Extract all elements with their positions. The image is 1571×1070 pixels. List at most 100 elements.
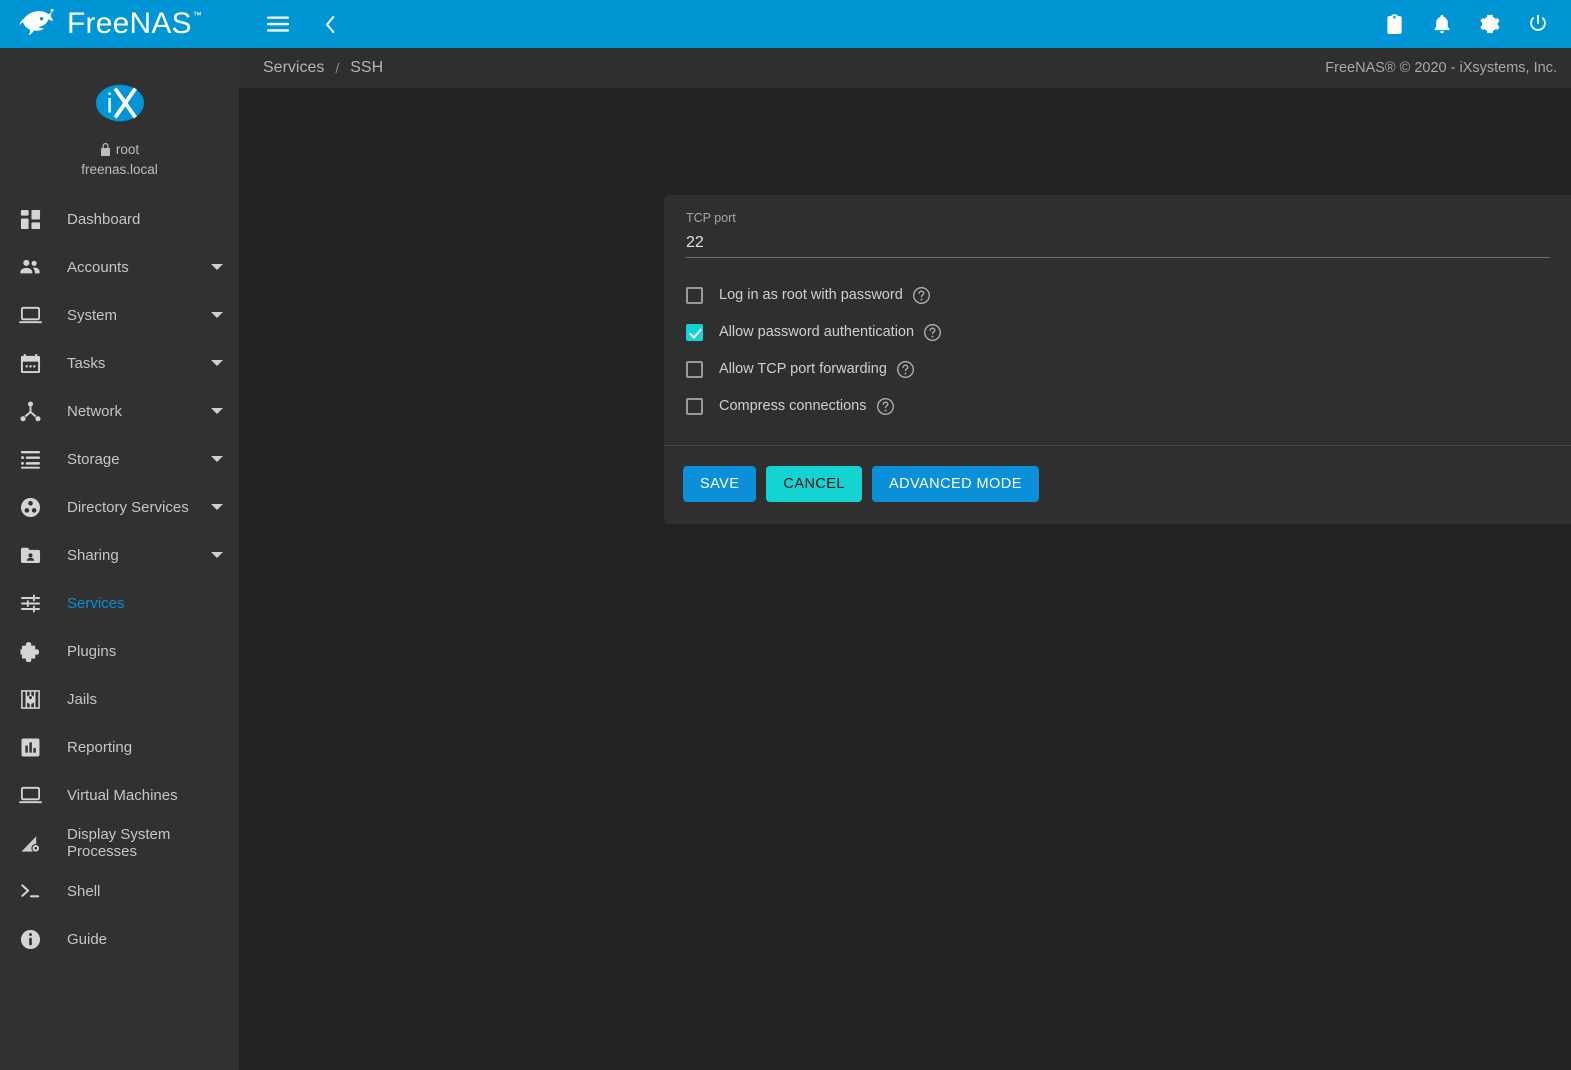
tcp-port-input[interactable] [686,234,1550,258]
chevron-down-icon[interactable] [211,312,223,318]
main-area: Services / SSH FreeNAS® © 2020 - iXsyste… [239,0,1571,1070]
dashboard-icon [12,209,48,230]
sidebar-item-label: Virtual Machines [48,787,223,804]
checkbox-label[interactable]: Compress connections [719,398,867,414]
breadcrumb: Services / SSH [263,59,383,77]
plugins-puzzle-icon [12,641,48,662]
guide-info-icon [12,929,48,950]
sidebar-item-label: Jails [48,691,223,708]
sidebar-item-label: Dashboard [48,211,223,228]
breadcrumb-bar: Services / SSH FreeNAS® © 2020 - iXsyste… [239,48,1571,88]
system-processes-icon [12,833,48,854]
chevron-down-icon[interactable] [211,552,223,558]
brand-name: FreeNAS [67,9,192,39]
chevron-down-icon[interactable] [211,264,223,270]
password-auth-checkbox[interactable] [686,324,703,341]
bell-icon[interactable] [1427,9,1457,39]
sidebar-item-accounts[interactable]: Accounts [0,243,239,291]
reporting-chart-icon [12,737,48,758]
tcp-forwarding-checkbox[interactable] [686,361,703,378]
sidebar-item-label: Plugins [48,643,223,660]
sidebar-item-sharing[interactable]: Sharing [0,531,239,579]
sharing-folder-icon [12,546,48,565]
freenas-app-window: FreeNAS ™ i root f [0,0,1571,1070]
network-nodes-icon [12,401,48,422]
gear-icon[interactable] [1475,9,1505,39]
card-actions: SAVE CANCEL ADVANCED MODE [664,446,1571,524]
freenas-fish-logo-icon [18,7,58,41]
accounts-people-icon [12,256,48,278]
sidebar-item-virtual-machines[interactable]: Virtual Machines [0,771,239,819]
power-icon[interactable] [1523,9,1553,39]
virtual-machines-laptop-icon [12,785,48,805]
tcp-port-label: TCP port [686,212,1550,225]
save-button[interactable]: SAVE [683,466,756,502]
sidebar-item-directory-services[interactable]: Directory Services [0,483,239,531]
sidebar-item-reporting[interactable]: Reporting [0,723,239,771]
sidebar-item-services[interactable]: Services [0,579,239,627]
sidebar-item-label: Sharing [48,547,211,564]
sidebar-item-tasks[interactable]: Tasks [0,339,239,387]
sidebar-item-label: Display System Processes [48,826,223,860]
checkbox-group: Log in as root with password [686,277,1571,433]
checkbox-label[interactable]: Allow TCP port forwarding [719,361,887,377]
compress-checkbox[interactable] [686,398,703,415]
sidebar-item-guide[interactable]: Guide [0,915,239,963]
tcp-forwarding-help-icon[interactable] [896,360,915,379]
svg-text:i: i [106,88,112,119]
checkbox-label[interactable]: Log in as root with password [719,287,903,303]
ssh-settings-card: TCP port Log i [664,195,1571,524]
sidebar-item-plugins[interactable]: Plugins [0,627,239,675]
checkbox-row-tcp-forwarding[interactable]: Allow TCP port forwarding [686,351,1571,388]
sidebar-item-label: Directory Services [48,499,211,516]
chevron-down-icon[interactable] [211,360,223,366]
storage-list-icon [12,450,48,469]
login-root-help-icon[interactable] [912,286,931,305]
directory-services-icon [12,497,48,518]
ix-systems-logo-icon: i [94,78,146,128]
checkbox-row-login-root[interactable]: Log in as root with password [686,277,1571,314]
breadcrumb-item-ssh: SSH [350,59,383,77]
brand-trademark: ™ [193,11,202,20]
checkbox-row-password-auth[interactable]: Allow password authentication [686,314,1571,351]
sidebar-item-label: Reporting [48,739,223,756]
login-root-checkbox[interactable] [686,287,703,304]
sidebar: FreeNAS ™ i root f [0,0,239,1070]
brand-header[interactable]: FreeNAS ™ [0,0,239,48]
breadcrumb-separator: / [335,60,339,76]
content-area: TCP port Log i [239,88,1571,1070]
cancel-button[interactable]: CANCEL [766,466,862,502]
clipboard-icon[interactable] [1379,9,1409,39]
top-toolbar [239,0,1571,48]
sidebar-item-storage[interactable]: Storage [0,435,239,483]
jails-icon [12,689,48,710]
sidebar-item-label: Services [48,595,223,612]
card-body: TCP port Log i [664,195,1571,445]
sidebar-item-label: Shell [48,883,223,900]
sidebar-item-dashboard[interactable]: Dashboard [0,195,239,243]
tcp-port-field: TCP port [686,212,1571,258]
sidebar-item-label: System [48,307,211,324]
chevron-down-icon[interactable] [211,504,223,510]
sidebar-item-system[interactable]: System [0,291,239,339]
copyright-text: FreeNAS® © 2020 - iXsystems, Inc. [1325,60,1557,76]
breadcrumb-item-services[interactable]: Services [263,59,324,77]
sidebar-item-display-system-processes[interactable]: Display System Processes [0,819,239,867]
advanced-mode-button[interactable]: ADVANCED MODE [872,466,1039,502]
hamburger-menu-icon[interactable] [263,9,293,39]
sidebar-hostname: freenas.local [81,162,158,177]
checkbox-row-compress[interactable]: Compress connections [686,388,1571,425]
compress-help-icon[interactable] [876,397,895,416]
chevron-left-icon[interactable] [315,9,345,39]
sidebar-username-row: root [100,142,139,157]
checkbox-label[interactable]: Allow password authentication [719,324,914,340]
chevron-down-icon[interactable] [211,456,223,462]
chevron-down-icon[interactable] [211,408,223,414]
sidebar-username: root [116,142,139,157]
password-auth-help-icon[interactable] [923,323,942,342]
sidebar-user-block: i root freenas.local [0,48,239,195]
lock-icon [100,143,111,156]
sidebar-item-network[interactable]: Network [0,387,239,435]
sidebar-item-jails[interactable]: Jails [0,675,239,723]
sidebar-item-shell[interactable]: Shell [0,867,239,915]
